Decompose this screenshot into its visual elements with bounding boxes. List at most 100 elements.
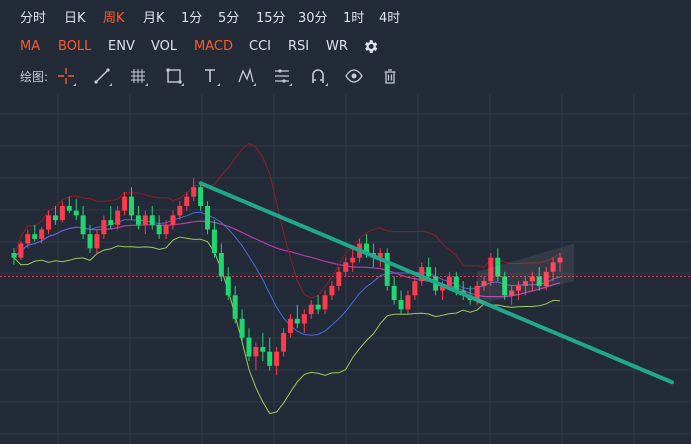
period-tab-4[interactable]: 1分	[181, 6, 202, 32]
gear-icon[interactable]	[362, 38, 379, 64]
candle-body	[281, 332, 287, 352]
fibonacci-tool-icon[interactable]	[272, 66, 292, 86]
chart-canvas[interactable]	[0, 94, 691, 444]
submenu-corner-icon	[109, 83, 112, 86]
candle-body	[405, 295, 411, 310]
candle-body	[73, 210, 79, 216]
candle-body	[260, 347, 266, 352]
candle-body	[39, 229, 45, 239]
candle-body	[52, 215, 58, 221]
period-tab-0[interactable]: 分时	[20, 6, 46, 32]
period-tab-2[interactable]: 周K	[103, 6, 125, 32]
candle-body	[301, 314, 307, 324]
period-tab-7[interactable]: 30分	[298, 6, 328, 32]
candle-body	[87, 234, 93, 249]
candle-body	[177, 206, 183, 216]
candle-body	[239, 318, 245, 338]
candle-body	[59, 206, 65, 221]
candle-body	[274, 351, 280, 366]
candle-body	[94, 234, 100, 249]
candle-body	[149, 215, 155, 225]
submenu-corner-icon	[181, 83, 184, 86]
candle-body	[108, 220, 114, 225]
period-tab-1[interactable]: 日K	[64, 6, 86, 32]
candle-body	[32, 234, 38, 239]
shaded-channel	[477, 243, 574, 305]
candle-body	[170, 215, 176, 225]
candle-body	[391, 285, 397, 300]
candle-body	[211, 229, 217, 253]
indicator-tab-0[interactable]: MA	[20, 34, 40, 60]
candle-body	[80, 215, 86, 235]
indicator-tab-4[interactable]: MACD	[194, 34, 233, 60]
kline-chart[interactable]	[0, 94, 691, 444]
candle-body	[336, 271, 342, 286]
grid-tool-icon[interactable]	[128, 66, 148, 86]
indicator-tab-5[interactable]: CCI	[249, 34, 271, 60]
crosshair-tool-icon[interactable]	[56, 66, 76, 86]
candle-body	[267, 351, 273, 366]
candle-body	[343, 262, 349, 272]
indicator-tab-1[interactable]: BOLL	[58, 34, 91, 60]
magnet-tool-icon[interactable]	[308, 66, 328, 86]
candle-body	[225, 276, 231, 296]
candle-body	[156, 224, 162, 235]
candle-body	[191, 187, 197, 197]
submenu-corner-icon	[145, 83, 148, 86]
submenu-corner-icon	[217, 83, 220, 86]
candle-body	[122, 196, 128, 211]
pattern-tool-icon[interactable]	[236, 66, 256, 86]
candle-body	[253, 347, 259, 357]
candle-body	[198, 187, 204, 206]
candle-body	[46, 215, 52, 230]
candle-body	[412, 281, 418, 296]
candle-body	[135, 215, 141, 225]
submenu-corner-icon	[73, 83, 76, 86]
period-tab-5[interactable]: 5分	[218, 6, 239, 32]
candle-body	[322, 295, 328, 310]
candle-body	[11, 253, 17, 258]
period-tab-6[interactable]: 15分	[256, 6, 286, 32]
period-tab-8[interactable]: 1时	[343, 6, 364, 32]
candle-body	[128, 196, 134, 216]
indicator-tab-bar: MA BOLL ENV VOL MACD CCI RSI WR	[0, 34, 691, 60]
indicator-tab-3[interactable]: VOL	[151, 34, 177, 60]
trash-icon[interactable]	[380, 66, 400, 86]
drawing-toolbar: 绘图:	[0, 62, 691, 90]
candle-body	[384, 253, 390, 286]
candle-body	[426, 267, 432, 277]
period-tab-bar: 分时 日K 周K 月K 1分 5分 15分 30分 1时 4时	[0, 6, 691, 32]
candle-body	[350, 257, 356, 263]
candle-body	[18, 243, 24, 258]
submenu-corner-icon	[253, 83, 256, 86]
candle-body	[205, 206, 211, 230]
eye-icon[interactable]	[344, 66, 364, 86]
candle-body	[66, 206, 72, 211]
drawing-label: 绘图:	[20, 70, 49, 84]
rectangle-tool-icon[interactable]	[164, 66, 184, 86]
submenu-corner-icon	[289, 83, 292, 86]
candle-body	[218, 253, 224, 277]
period-tab-3[interactable]: 月K	[143, 6, 165, 32]
candle-body	[101, 220, 107, 235]
candle-body	[184, 196, 190, 206]
submenu-corner-icon	[325, 83, 328, 86]
candle-body	[163, 224, 169, 235]
line-tool-icon[interactable]	[92, 66, 112, 86]
candle-body	[25, 234, 31, 244]
candle-body	[308, 304, 314, 315]
candle-body	[315, 304, 321, 310]
candle-body	[294, 318, 300, 324]
candle-body	[115, 210, 121, 225]
candle-body	[246, 337, 252, 357]
text-tool-icon[interactable]	[200, 66, 220, 86]
candle-body	[329, 285, 335, 296]
candle-body	[232, 295, 238, 319]
indicator-tab-7[interactable]: WR	[326, 34, 348, 60]
period-tab-9[interactable]: 4时	[379, 6, 400, 32]
candle-body	[446, 276, 452, 286]
indicator-tab-2[interactable]: ENV	[108, 34, 135, 60]
candle-body	[398, 300, 404, 310]
indicator-tab-6[interactable]: RSI	[288, 34, 309, 60]
boll-lower-line	[13, 236, 561, 415]
